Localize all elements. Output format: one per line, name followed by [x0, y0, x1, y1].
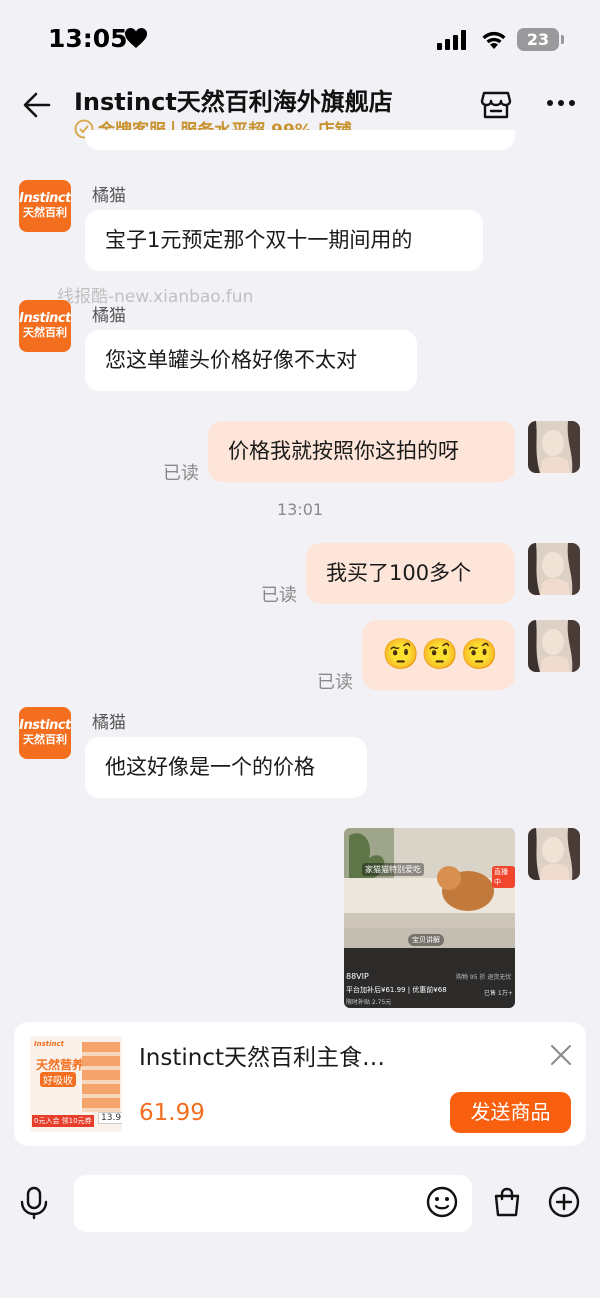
microphone-icon[interactable]: [18, 1186, 50, 1220]
time-separator: 13:01: [276, 500, 324, 519]
sold-count: 已售 1万+: [484, 990, 513, 997]
shop-avatar[interactable]: Instinct 天然百利: [19, 707, 71, 759]
avatar-brand: Instinct: [19, 191, 71, 206]
avatar-brand-cn: 天然百利: [23, 733, 67, 746]
send-product-button[interactable]: 发送商品: [450, 1092, 571, 1133]
avatar-brand: Instinct: [19, 718, 71, 733]
sender-name: 橘猫: [92, 713, 126, 733]
avatar-brand: Instinct: [19, 311, 71, 326]
product-price: 61.99: [139, 1100, 205, 1126]
wifi-icon: [482, 31, 506, 49]
sender-name: 橘猫: [92, 306, 126, 326]
battery-tip: [561, 35, 564, 44]
user-avatar[interactable]: [528, 828, 580, 880]
live-badge: 直播中: [492, 866, 515, 888]
user-avatar-image: [528, 620, 580, 672]
read-status: 已读: [317, 672, 353, 693]
more-dots-icon[interactable]: [546, 98, 576, 108]
heart-icon: [125, 28, 147, 48]
emoji-icon[interactable]: [426, 1186, 458, 1218]
user-avatar[interactable]: [528, 421, 580, 473]
subsidy-line: 限时补贴 2.75元: [346, 999, 392, 1006]
read-status: 已读: [163, 463, 199, 484]
user-avatar-image: [528, 543, 580, 595]
shop-name[interactable]: Instinct天然百利海外旗舰店: [74, 82, 393, 117]
shop-avatar[interactable]: Instinct 天然百利: [19, 180, 71, 232]
outgoing-message[interactable]: 我买了100多个: [306, 543, 515, 604]
explain-button[interactable]: 宝贝讲解: [408, 934, 444, 946]
thumb-slogan-2: 好吸收: [40, 1072, 76, 1087]
message-input[interactable]: [74, 1175, 472, 1232]
shopping-bag-icon[interactable]: [491, 1186, 523, 1218]
incoming-message[interactable]: 他这好像是一个的价格: [85, 737, 367, 798]
sender-name: 橘猫: [92, 186, 126, 206]
product-title[interactable]: Instinct天然百利主食…: [139, 1038, 385, 1072]
product-suggestion-card[interactable]: Instinct 天然营养 好吸收 0元入会 领10元券 13.9 Instin…: [14, 1022, 586, 1146]
user-avatar[interactable]: [528, 543, 580, 595]
avatar-brand-cn: 天然百利: [23, 206, 67, 219]
shop-avatar[interactable]: Instinct 天然百利: [19, 300, 71, 352]
product-thumbnail[interactable]: Instinct 天然营养 好吸收 0元入会 领10元券 13.9: [30, 1036, 122, 1132]
user-avatar[interactable]: [528, 620, 580, 672]
cellular-signal-icon: [437, 30, 466, 50]
vip-label: 88VIP: [346, 972, 369, 981]
sales-label: 购物 95 折 退货无忧: [456, 974, 512, 981]
thumb-price-badge: 13.9: [98, 1112, 122, 1124]
incoming-message[interactable]: 宝子1元预定那个双十一期间用的: [85, 210, 483, 271]
storefront-icon[interactable]: [480, 90, 512, 120]
incoming-message[interactable]: 您这单罐头价格好像不太对: [85, 330, 417, 391]
avatar-brand-cn: 天然百利: [23, 326, 67, 339]
thumb-product-image: [82, 1042, 120, 1112]
outgoing-emoji-message[interactable]: 🤨🤨🤨: [362, 620, 515, 690]
live-video-card[interactable]: 家猫猫特别爱吃 直播中 宝贝讲解 88VIP 购物 95 折 退货无忧 平台加补…: [344, 828, 515, 1008]
thumb-brand: Instinct: [34, 1040, 64, 1048]
outgoing-message[interactable]: 价格我就按照你这拍的呀: [208, 421, 515, 482]
battery-indicator: 23: [517, 28, 559, 51]
status-time: 13:05: [48, 24, 128, 53]
plus-circle-icon[interactable]: [548, 1186, 580, 1218]
read-status: 已读: [261, 585, 297, 606]
video-tag: 家猫猫特别爱吃: [362, 863, 424, 876]
previous-message-bubble: [85, 130, 515, 150]
video-frame: [344, 828, 515, 1008]
close-icon[interactable]: [550, 1044, 572, 1066]
video-price-line: 平台加补后¥61.99 | 优惠前¥68: [346, 986, 447, 994]
back-arrow-icon[interactable]: [22, 90, 52, 120]
thumb-promo: 0元入会 领10元券: [32, 1115, 94, 1127]
watermark: 线报酷-new.xianbao.fun: [57, 287, 254, 307]
user-avatar-image: [528, 421, 580, 473]
thumb-slogan: 天然营养: [36, 1058, 85, 1072]
user-avatar-image: [528, 828, 580, 880]
